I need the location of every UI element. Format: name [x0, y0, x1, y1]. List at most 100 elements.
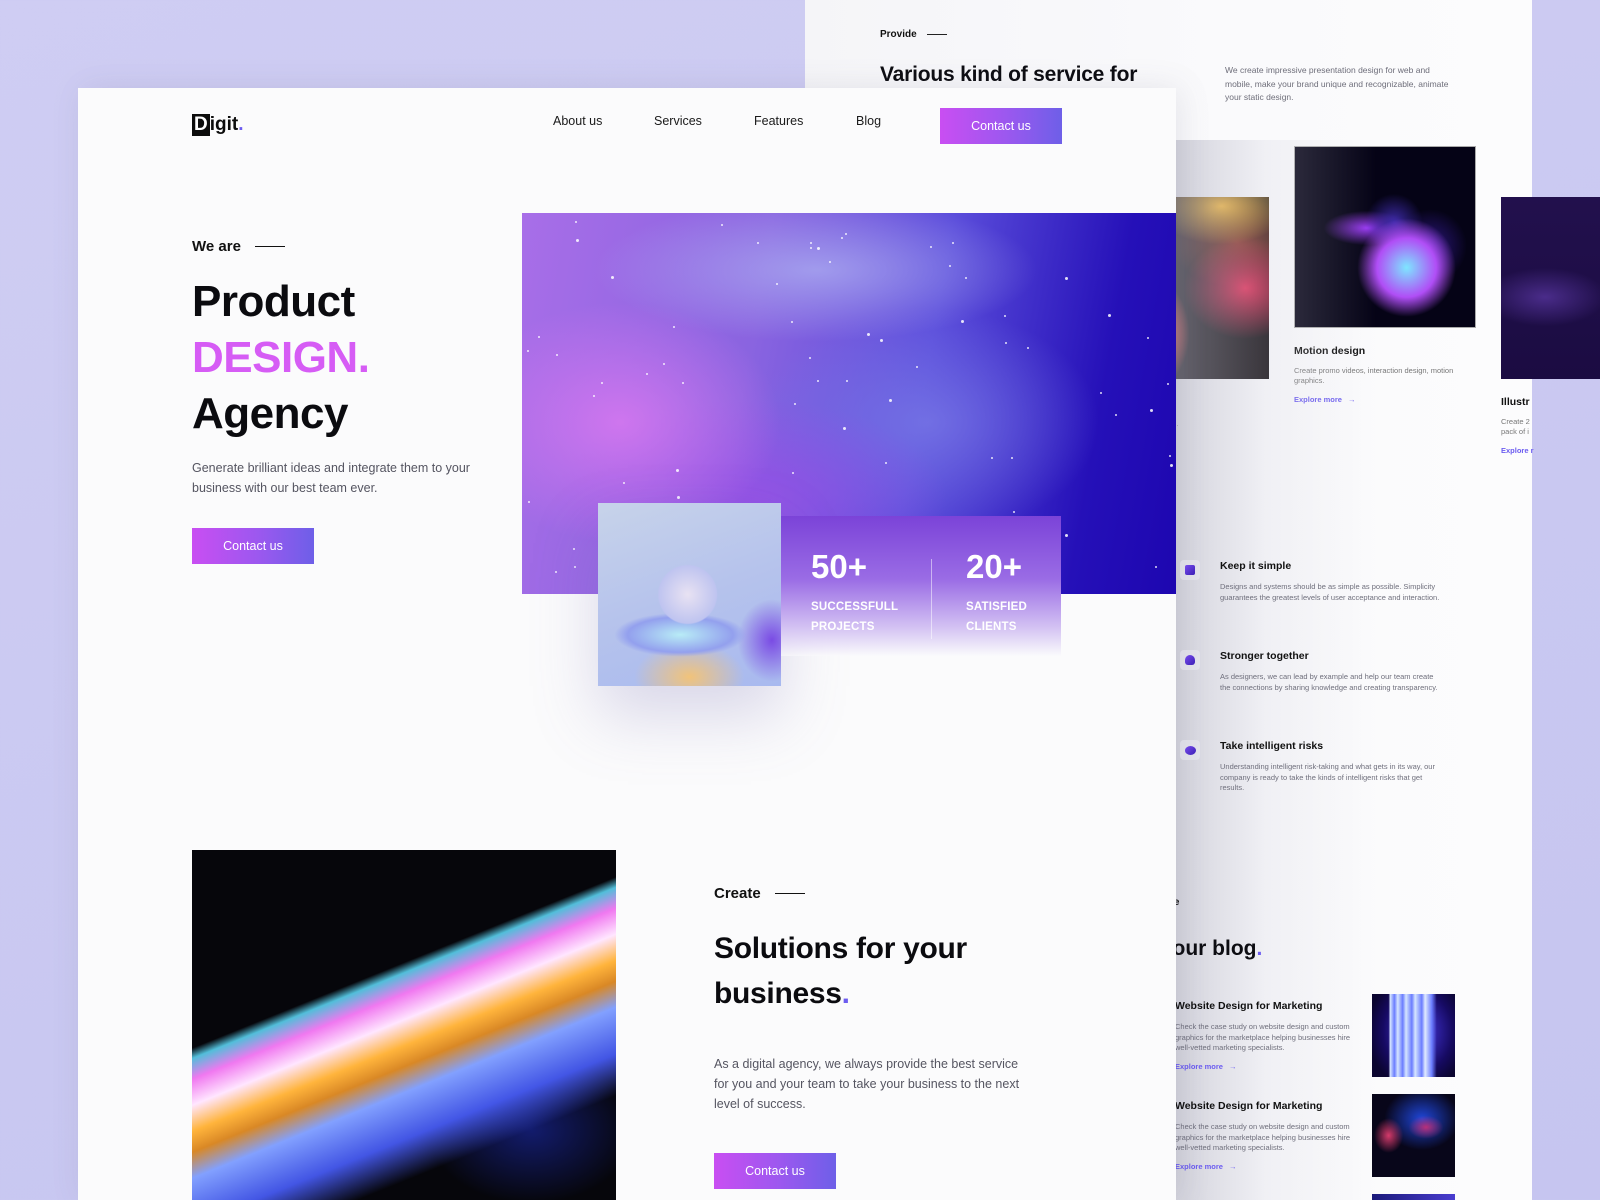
star-decoration	[776, 283, 779, 286]
star-decoration	[951, 242, 954, 245]
star-decoration	[791, 472, 794, 475]
explore-more-link[interactable]: Explore r	[1501, 446, 1600, 455]
service-card-illustration[interactable]: Illustr Create 2 pack of i Explore r	[1501, 197, 1600, 455]
star-decoration	[867, 332, 871, 336]
hero-eyebrow-label: We are	[192, 238, 241, 255]
people-icon	[1180, 650, 1200, 670]
star-decoration	[809, 241, 812, 244]
explore-more-link[interactable]: Explore more →	[1294, 395, 1476, 404]
create-image-light-streaks	[192, 850, 616, 1200]
star-decoration	[526, 350, 529, 353]
star-decoration	[1010, 456, 1013, 459]
service-title: Illustr	[1501, 396, 1530, 408]
services-eyebrow: Provide	[880, 29, 947, 40]
star-decoration	[662, 362, 665, 365]
hero-description: Generate brilliant ideas and integrate t…	[192, 461, 470, 495]
blog-post[interactable]: Website Design for Marketing Check the c…	[1175, 1100, 1375, 1171]
star-decoration	[964, 277, 967, 280]
value-title: Take intelligent risks	[1220, 740, 1324, 752]
star-decoration	[1114, 414, 1117, 417]
star-decoration	[884, 461, 887, 464]
create-description: As a digital agency, we always provide t…	[714, 1057, 1020, 1111]
create-title-text: Solutions for your business	[714, 932, 967, 1010]
blog-post-text: Check the case study on website design a…	[1175, 1022, 1351, 1052]
explore-more-label: Explore r	[1501, 446, 1534, 455]
planet-image-card	[598, 503, 781, 686]
star-decoration	[573, 547, 576, 550]
star-decoration	[888, 398, 892, 402]
hero-title-line: Agency	[192, 389, 348, 438]
star-decoration	[1166, 382, 1169, 385]
star-decoration	[816, 247, 820, 251]
arrow-right-icon: →	[1228, 1161, 1237, 1171]
hero-title-accent: DESIGN.	[192, 333, 370, 382]
star-decoration	[846, 380, 849, 383]
stat-label: Satisfied clients	[966, 601, 1028, 633]
star-decoration	[675, 469, 679, 473]
nav-features[interactable]: Features	[754, 114, 803, 128]
service-image-bubbles	[1294, 146, 1476, 328]
star-decoration	[845, 232, 848, 235]
star-decoration	[672, 325, 675, 328]
star-decoration	[948, 264, 951, 267]
nav-contact-button[interactable]: Contact us	[940, 108, 1062, 144]
star-decoration	[1155, 566, 1158, 569]
star-decoration	[1108, 313, 1112, 317]
cube-icon	[1180, 560, 1200, 580]
service-card-motion-design[interactable]: Motion design Create promo videos, inter…	[1294, 146, 1476, 404]
value-title: Stronger together	[1220, 650, 1309, 662]
blog-post[interactable]: Website Design for Marketing Check the c…	[1175, 1000, 1375, 1071]
explore-more-link[interactable]: Explore more →	[1175, 1162, 1375, 1171]
explore-more-link[interactable]: Explore more →	[1175, 1062, 1375, 1071]
nav-blog[interactable]: Blog	[856, 114, 881, 128]
star-decoration	[537, 336, 540, 339]
value-text: As designers, we can lead by example and…	[1220, 672, 1438, 692]
nav-about-us[interactable]: About us	[553, 114, 602, 128]
star-decoration	[1149, 409, 1153, 412]
star-decoration	[574, 565, 577, 568]
stat-projects: 50+ Successfull projects	[811, 549, 911, 637]
hero-title: Product DESIGN. Agency	[192, 274, 370, 442]
stat-clients: 20+ Satisfied clients	[966, 549, 1066, 637]
star-decoration	[611, 275, 615, 279]
nav-services[interactable]: Services	[654, 114, 702, 128]
star-decoration	[757, 242, 760, 245]
blog-thumbnail-abstract[interactable]	[1372, 1094, 1455, 1177]
value-title: Keep it simple	[1220, 560, 1292, 572]
star-decoration	[555, 353, 558, 356]
star-decoration	[930, 245, 933, 248]
blog-thumbnail-neon-lights[interactable]	[1372, 994, 1455, 1077]
explore-more-label: Explore more	[1175, 1161, 1223, 1171]
star-decoration	[1065, 277, 1069, 281]
stat-label: Successfull projects	[811, 601, 898, 633]
value-text: Designs and systems should be as simple …	[1220, 582, 1440, 602]
services-title: Various kind of service for	[880, 63, 1138, 86]
star-decoration	[990, 456, 993, 459]
star-decoration	[1169, 464, 1173, 468]
star-decoration	[527, 501, 530, 504]
stats-card: 50+ Successfull projects 20+ Satisfied c…	[781, 516, 1061, 656]
star-decoration	[1004, 314, 1007, 317]
hero-contact-button[interactable]: Contact us	[192, 528, 314, 564]
star-decoration	[828, 260, 831, 263]
hero-title-line: Product	[192, 277, 355, 326]
services-eyebrow-label: Provide	[880, 29, 917, 40]
create-title: Solutions for your business.	[714, 926, 1034, 1016]
star-decoration	[841, 237, 844, 240]
create-contact-button[interactable]: Contact us	[714, 1153, 836, 1189]
star-decoration	[593, 395, 596, 398]
star-decoration	[809, 356, 812, 359]
service-text: Create promo videos, interaction design,…	[1294, 366, 1454, 385]
blog-post-text: Check the case study on website design a…	[1175, 1122, 1351, 1152]
blog-post-title: Website Design for Marketing	[1175, 1000, 1323, 1012]
star-decoration	[879, 338, 883, 342]
logo[interactable]: D igit .	[192, 114, 244, 136]
star-decoration	[842, 426, 846, 430]
star-decoration	[1100, 392, 1103, 395]
logo-text: igit	[209, 114, 239, 135]
hero-eyebrow: We are	[192, 238, 285, 255]
star-decoration	[961, 319, 965, 323]
blog-thumbnail[interactable]	[1372, 1194, 1455, 1200]
stat-value: 20+	[966, 548, 1022, 585]
star-decoration	[554, 570, 557, 573]
